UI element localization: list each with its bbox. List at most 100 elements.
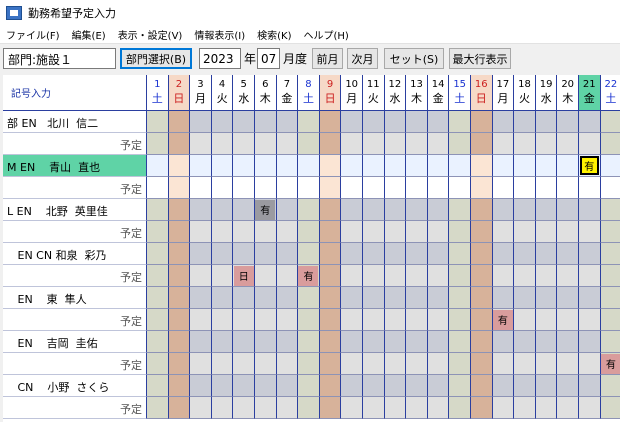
schedule-cell[interactable]: [190, 397, 212, 419]
schedule-cell[interactable]: [406, 111, 428, 133]
schedule-cell[interactable]: [363, 111, 385, 133]
schedule-cell[interactable]: [514, 375, 536, 397]
schedule-cell[interactable]: [233, 375, 255, 397]
schedule-cell[interactable]: [384, 133, 407, 155]
schedule-cell[interactable]: [211, 287, 234, 309]
schedule-cell[interactable]: [471, 331, 493, 353]
schedule-cell[interactable]: [384, 243, 407, 265]
schedule-cell[interactable]: [449, 265, 471, 287]
schedule-cell[interactable]: [190, 331, 212, 353]
schedule-cell[interactable]: [384, 177, 407, 199]
schedule-cell[interactable]: [147, 199, 169, 221]
schedule-cell[interactable]: [255, 265, 277, 287]
schedule-cell[interactable]: [147, 375, 169, 397]
schedule-cell[interactable]: [363, 177, 385, 199]
schedule-cell[interactable]: [363, 221, 385, 243]
schedule-cell[interactable]: [233, 221, 255, 243]
schedule-cell[interactable]: [233, 353, 255, 375]
schedule-cell[interactable]: [600, 243, 620, 265]
schedule-cell[interactable]: [449, 353, 471, 375]
schedule-cell[interactable]: [600, 265, 620, 287]
schedule-cell[interactable]: [168, 177, 191, 199]
schedule-cell[interactable]: [363, 287, 385, 309]
next-month-button[interactable]: 次月: [347, 48, 378, 69]
schedule-cell[interactable]: [319, 111, 342, 133]
schedule-cell[interactable]: [211, 111, 234, 133]
schedule-cell[interactable]: [406, 265, 428, 287]
schedule-cell[interactable]: [600, 155, 620, 177]
schedule-cell[interactable]: [298, 177, 320, 199]
schedule-cell[interactable]: [579, 221, 601, 243]
plan-row-label[interactable]: 予定: [3, 309, 147, 331]
schedule-cell[interactable]: [427, 111, 450, 133]
schedule-cell[interactable]: [168, 309, 191, 331]
schedule-cell[interactable]: [427, 397, 450, 419]
schedule-cell[interactable]: [190, 309, 212, 331]
schedule-cell[interactable]: [471, 243, 493, 265]
schedule-cell[interactable]: [492, 177, 515, 199]
schedule-cell[interactable]: [276, 199, 299, 221]
schedule-cell[interactable]: [557, 331, 579, 353]
schedule-cell[interactable]: [449, 287, 471, 309]
schedule-cell[interactable]: [600, 309, 620, 331]
schedule-cell[interactable]: [211, 155, 234, 177]
schedule-cell[interactable]: [341, 331, 363, 353]
schedule-cell[interactable]: [449, 221, 471, 243]
schedule-cell[interactable]: [514, 155, 536, 177]
schedule-cell[interactable]: [535, 177, 558, 199]
schedule-cell[interactable]: [471, 177, 493, 199]
schedule-cell[interactable]: [427, 155, 450, 177]
schedule-cell[interactable]: [276, 221, 299, 243]
schedule-cell[interactable]: [557, 177, 579, 199]
schedule-cell[interactable]: [211, 177, 234, 199]
schedule-cell[interactable]: [557, 287, 579, 309]
schedule-cell[interactable]: [233, 331, 255, 353]
schedule-cell[interactable]: [255, 309, 277, 331]
schedule-cell[interactable]: [298, 111, 320, 133]
schedule-cell[interactable]: [514, 133, 536, 155]
schedule-cell[interactable]: [514, 331, 536, 353]
employee-name[interactable]: EN CN 和泉 彩乃: [3, 243, 147, 265]
schedule-cell[interactable]: [168, 375, 191, 397]
menu-search[interactable]: 検索(K): [251, 27, 297, 42]
schedule-cell[interactable]: [341, 111, 363, 133]
schedule-cell[interactable]: [579, 375, 601, 397]
schedule-cell[interactable]: [147, 353, 169, 375]
schedule-cell[interactable]: [341, 309, 363, 331]
schedule-cell[interactable]: [211, 375, 234, 397]
schedule-cell[interactable]: 有: [255, 199, 277, 221]
schedule-cell[interactable]: [341, 243, 363, 265]
schedule-cell[interactable]: [514, 353, 536, 375]
schedule-cell[interactable]: [341, 265, 363, 287]
schedule-cell[interactable]: [579, 353, 601, 375]
year-field[interactable]: 2023: [199, 48, 241, 69]
schedule-cell[interactable]: [341, 353, 363, 375]
schedule-cell[interactable]: [384, 287, 407, 309]
schedule-cell[interactable]: [600, 177, 620, 199]
schedule-cell[interactable]: [276, 397, 299, 419]
schedule-cell[interactable]: [168, 397, 191, 419]
schedule-cell[interactable]: [211, 397, 234, 419]
schedule-cell[interactable]: [168, 199, 191, 221]
schedule-cell[interactable]: [471, 265, 493, 287]
schedule-cell[interactable]: [363, 265, 385, 287]
schedule-cell[interactable]: [406, 243, 428, 265]
schedule-cell[interactable]: [449, 331, 471, 353]
schedule-cell[interactable]: [427, 265, 450, 287]
schedule-cell[interactable]: [557, 111, 579, 133]
schedule-cell[interactable]: [190, 111, 212, 133]
schedule-cell[interactable]: [276, 309, 299, 331]
schedule-cell[interactable]: [514, 221, 536, 243]
schedule-cell[interactable]: 有: [600, 353, 620, 375]
schedule-cell[interactable]: [384, 111, 407, 133]
schedule-cell[interactable]: [363, 199, 385, 221]
schedule-cell[interactable]: 有: [579, 155, 601, 177]
schedule-cell[interactable]: [600, 199, 620, 221]
schedule-cell[interactable]: [384, 199, 407, 221]
schedule-cell[interactable]: [233, 287, 255, 309]
schedule-cell[interactable]: [319, 353, 342, 375]
schedule-cell[interactable]: [168, 243, 191, 265]
schedule-cell[interactable]: [298, 397, 320, 419]
schedule-cell[interactable]: [190, 243, 212, 265]
schedule-cell[interactable]: [147, 397, 169, 419]
